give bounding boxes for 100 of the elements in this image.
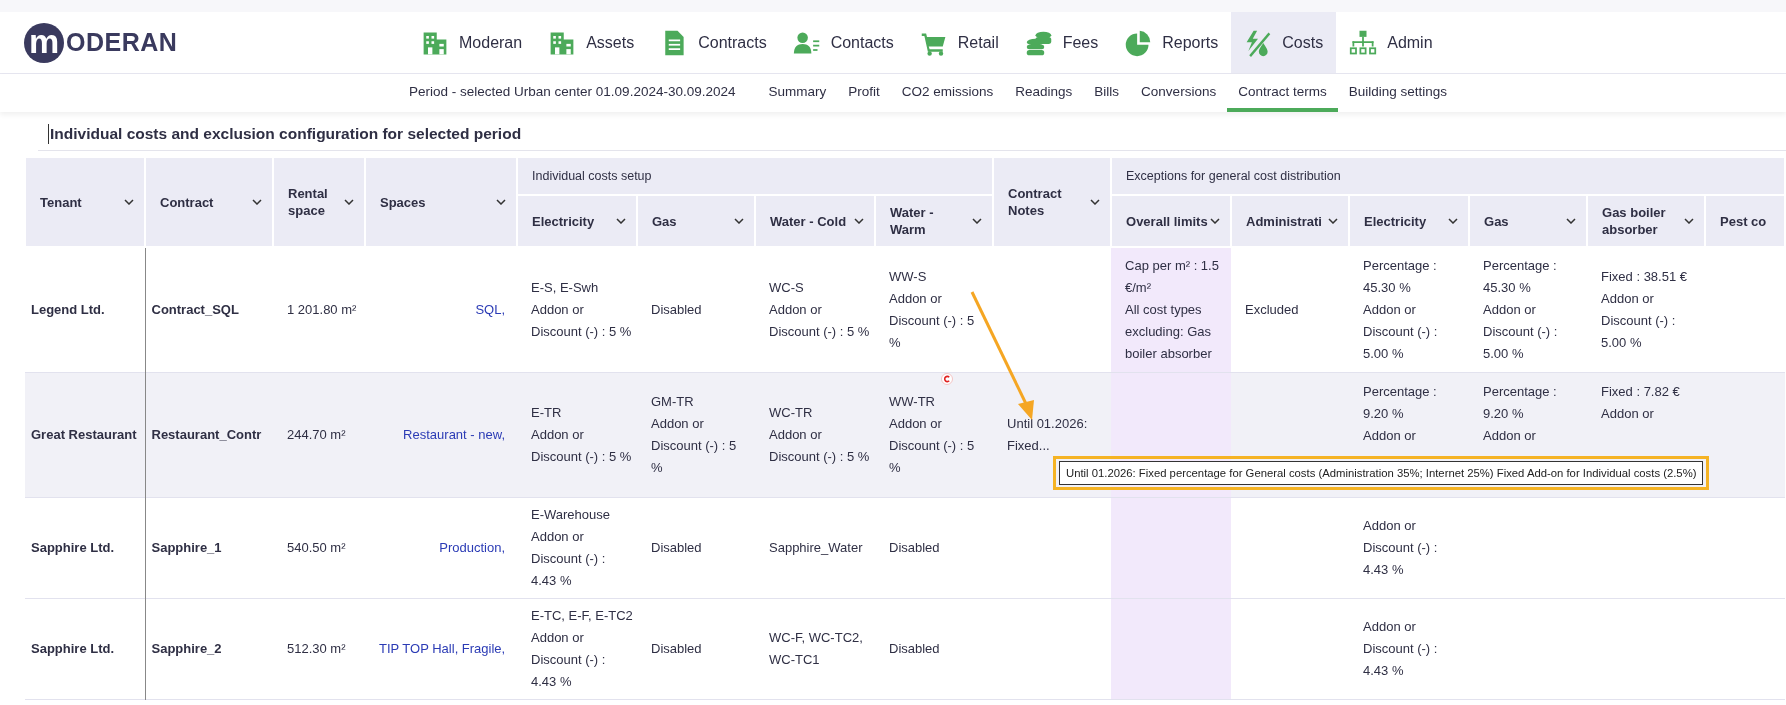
chevron-down-icon[interactable]: [344, 199, 354, 205]
lightning-drop-icon: [1244, 28, 1273, 57]
chevron-down-icon[interactable]: [1090, 199, 1100, 205]
cell-text: Fixed : 38.51 € Addon or Discount (-) : 5.00 %: [1601, 267, 1688, 352]
section-title: Individual costs and exclusion configuration for selected period: [50, 125, 522, 143]
sub-tab[interactable]: Conversions: [1130, 74, 1228, 112]
logo-mark: m: [24, 22, 64, 63]
column-header[interactable]: Rental space: [273, 157, 365, 247]
chevron-down-icon[interactable]: [1566, 218, 1576, 224]
chevron-down-icon[interactable]: [1448, 218, 1458, 224]
chevron-down-icon[interactable]: [1210, 218, 1220, 224]
nav-tab[interactable]: Costs: [1231, 12, 1337, 73]
column-header[interactable]: Electricity: [517, 195, 637, 247]
column-group-header: Individual costs setup: [517, 157, 993, 195]
period-label: Period - selected Urban center 01.09.2024-30.09.2024: [409, 82, 737, 101]
column-header[interactable]: Gas boiler absorber: [1587, 195, 1705, 247]
column-header[interactable]: Administrati: [1231, 195, 1349, 247]
chevron-down-icon[interactable]: [972, 218, 982, 224]
cell-text: WC-F, WC-TC2, WC-TC1: [769, 628, 864, 669]
nav-tab[interactable]: Moderan: [408, 12, 536, 73]
cell-text: Until 01.2026: Fixed...: [1007, 414, 1089, 455]
cell-text: Percentage : 9.20 % Addon or: [1483, 382, 1558, 445]
column-header[interactable]: Contract Notes: [993, 157, 1111, 247]
column-header[interactable]: Water - Cold: [755, 195, 875, 247]
column-header[interactable]: Tenant: [25, 157, 145, 247]
cell-text: Great Restaurant: [31, 425, 138, 444]
cell-text: Sapphire_1: [151, 538, 223, 557]
column-header[interactable]: Contract: [145, 157, 273, 247]
text-cursor: [48, 124, 49, 144]
sub-tab[interactable]: Contract terms: [1227, 74, 1338, 112]
sub-tab[interactable]: Building settings: [1337, 74, 1458, 112]
cell-text: Sapphire Ltd.: [31, 639, 116, 658]
cell-text: E-TR Addon or Discount (-) : 5 %: [531, 403, 633, 466]
chevron-down-icon[interactable]: [1328, 218, 1338, 224]
chevron-down-icon[interactable]: [854, 218, 864, 224]
cell-text: Percentage : 45.30 % Addon or Discount (-) : 5.00 %: [1483, 256, 1559, 363]
chevron-down-icon[interactable]: [1684, 218, 1694, 224]
cell-text: WW-S Addon or Discount (-) : 5 %: [889, 267, 976, 352]
column-group-header: Exceptions for general cost distribution: [1111, 157, 1785, 195]
cell-text: Disabled: [651, 538, 703, 557]
cell-text: WC-S Addon or Discount (-) : 5 %: [769, 278, 871, 341]
cell-text: Sapphire Ltd.: [31, 538, 116, 557]
cell-text: Addon or Discount (-) : 4.43 %: [1363, 516, 1439, 579]
sub-tab[interactable]: Summary: [757, 74, 838, 112]
cell-text: Disabled: [889, 639, 941, 658]
chevron-down-icon[interactable]: [124, 199, 134, 205]
nav-tab[interactable]: Contacts: [779, 12, 907, 73]
cell-text: E-S, E-Swh Addon or Discount (-) : 5 %: [531, 278, 633, 341]
chevron-down-icon[interactable]: [496, 199, 506, 205]
cell-text: 512.30 m²: [287, 639, 347, 658]
column-header[interactable]: Spaces: [365, 157, 517, 247]
cell-text: 540.50 m²: [287, 538, 347, 557]
column-header[interactable]: Water - Warm: [875, 195, 993, 247]
sub-tab[interactable]: Readings: [1004, 74, 1084, 112]
cell-text: Disabled: [651, 300, 703, 319]
cell-text: Fixed : 7.82 € Addon or: [1601, 382, 1681, 423]
cell-text: Contract_SQL: [151, 300, 240, 319]
space-link[interactable]: Production,: [439, 539, 505, 555]
cell-text: WC-TR Addon or Discount (-) : 5 %: [769, 403, 871, 466]
cell-text: 1 201.80 m²: [287, 300, 358, 319]
chevron-down-icon[interactable]: [734, 218, 744, 224]
column-header[interactable]: Overall limits: [1111, 195, 1231, 247]
space-link[interactable]: SQL,: [475, 301, 505, 317]
hierarchy-icon: [1349, 28, 1378, 57]
cell-text: GM-TR Addon or Discount (-) : 5 %: [651, 392, 738, 477]
cell-text: Restaurant_Contr: [151, 425, 263, 444]
cell-text: 244.70 m²: [287, 425, 347, 444]
cell-text: WW-TR Addon or Discount (-) : 5 %: [889, 392, 976, 477]
sub-tab[interactable]: Profit: [837, 74, 891, 112]
tooltip: Until 01.2026: Fixed percentage for General costs (Administration 35%; Internet 25%) Fixed Add-on for Individual costs (2.5%): [1059, 461, 1704, 485]
logo-text: ODERAN: [66, 28, 178, 57]
column-header[interactable]: Electricity: [1349, 195, 1469, 247]
pie-chart-icon: [1124, 28, 1153, 57]
cell-text: Sapphire_2: [151, 639, 223, 658]
sub-tab[interactable]: CO2 emissions: [890, 74, 1005, 112]
nav-tab[interactable]: Fees: [1011, 12, 1112, 73]
cell-text: Sapphire_Water: [769, 538, 864, 557]
cell-text: Disabled: [889, 538, 941, 557]
chevron-down-icon[interactable]: [616, 218, 626, 224]
cell-text: E-TC, E-F, E-TC2 Addon or Discount (-) : 4.43 %: [531, 606, 633, 691]
space-link[interactable]: TIP TOP Hall, Fragile,: [379, 640, 506, 656]
cell-text: Disabled: [651, 639, 703, 658]
column-header[interactable]: Gas: [637, 195, 755, 247]
cell-text: Percentage : 9.20 % Addon or: [1363, 382, 1438, 445]
nav-tab[interactable]: Assets: [535, 12, 648, 73]
cell-text: E-Warehouse Addon or Discount (-) : 4.43 %: [531, 505, 611, 590]
column-header[interactable]: Gas: [1469, 195, 1587, 247]
cell-text: Legend Ltd.: [31, 300, 106, 319]
cell-text: Percentage : 45.30 % Addon or Discount (-) : 5.00 %: [1363, 256, 1439, 363]
column-header[interactable]: Pest co: [1705, 195, 1785, 247]
cell-text: Cap per m² : 1.5 €/m² All cost types excluding: Gas boiler absorber: [1125, 256, 1220, 363]
chevron-down-icon[interactable]: [252, 199, 262, 205]
space-link[interactable]: Restaurant - new,: [403, 426, 505, 442]
nav-tab[interactable]: Contracts: [647, 12, 780, 73]
cell-text: Excluded: [1245, 300, 1300, 319]
sub-tab[interactable]: Bills: [1083, 74, 1131, 112]
nav-tab[interactable]: Reports: [1111, 12, 1232, 73]
cell-text: Addon or Discount (-) : 4.43 %: [1363, 617, 1439, 680]
nav-tab[interactable]: Admin: [1336, 12, 1446, 73]
nav-tab[interactable]: Retail: [906, 12, 1012, 73]
